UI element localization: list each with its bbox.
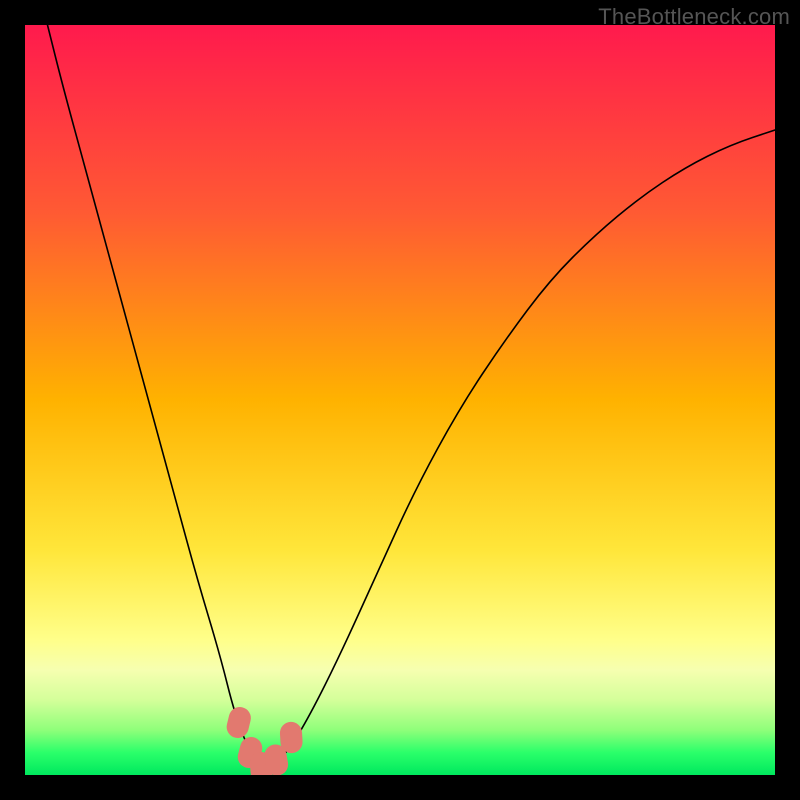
bottleneck-plot — [25, 25, 775, 775]
chart-frame: TheBottleneck.com — [0, 0, 800, 800]
watermark-text: TheBottleneck.com — [598, 4, 790, 30]
highlight-marker — [279, 721, 303, 753]
gradient-background — [25, 25, 775, 775]
